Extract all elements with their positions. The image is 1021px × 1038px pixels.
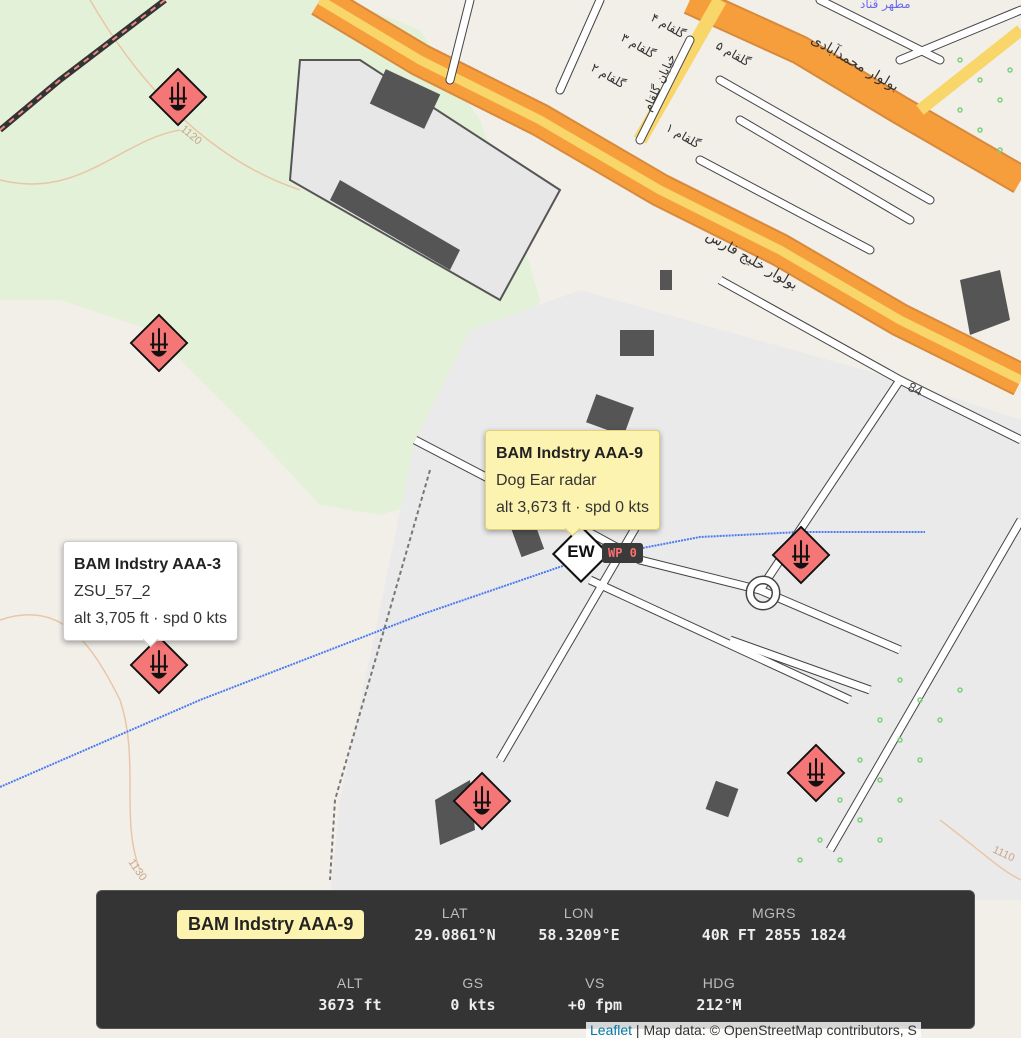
popup-title: BAM Indstry AAA-9 xyxy=(496,445,643,462)
lat-label: LAT xyxy=(441,905,469,921)
sam-radar-icon xyxy=(452,771,512,831)
sam-radar-icon xyxy=(129,635,189,695)
unit-name-badge: BAM Indstry AAA-9 xyxy=(177,910,365,939)
lon-label: LON xyxy=(563,905,595,921)
unit-info-panel: BAM Indstry AAA-9 LAT 29.0861°N LON 58.3… xyxy=(96,890,975,1029)
ew-label: EW xyxy=(567,542,595,561)
place-label: مطهر قناد xyxy=(860,0,911,12)
hdg-value: 212°M xyxy=(696,996,742,1014)
sam-radar-icon xyxy=(129,313,189,373)
unit-popup-selected: BAM Indstry AAA-9 Dog Ear radar alt 3,67… xyxy=(485,430,660,537)
popup-type: Dog Ear radar xyxy=(496,472,597,489)
hdg-label: HDG xyxy=(702,975,736,991)
gs-value: 0 kts xyxy=(450,996,496,1014)
sam-radar-icon xyxy=(771,525,831,585)
waypoint-label: WP 0 xyxy=(602,543,643,563)
unit-popup: BAM Indstry AAA-3 ZSU_57_2 alt 3,705 ft … xyxy=(63,541,238,648)
vs-value: +0 fpm xyxy=(567,996,623,1014)
alt-value: 3673 ft xyxy=(318,996,382,1014)
sam-radar-icon xyxy=(786,743,846,803)
lon-value: 58.3209°E xyxy=(538,926,620,944)
vs-label: VS xyxy=(585,975,605,991)
mgrs-value: 40R FT 2855 1824 xyxy=(701,926,847,944)
mgrs-label: MGRS xyxy=(752,905,796,921)
popup-stats: alt 3,673 ft · spd 0 kts xyxy=(496,499,649,516)
popup-type: ZSU_57_2 xyxy=(74,583,151,600)
popup-stats: alt 3,705 ft · spd 0 kts xyxy=(74,610,227,627)
alt-label: ALT xyxy=(336,975,364,991)
gs-label: GS xyxy=(462,975,484,991)
sam-radar-icon xyxy=(148,67,208,127)
lat-value: 29.0861°N xyxy=(414,926,496,944)
popup-title: BAM Indstry AAA-3 xyxy=(74,556,221,573)
